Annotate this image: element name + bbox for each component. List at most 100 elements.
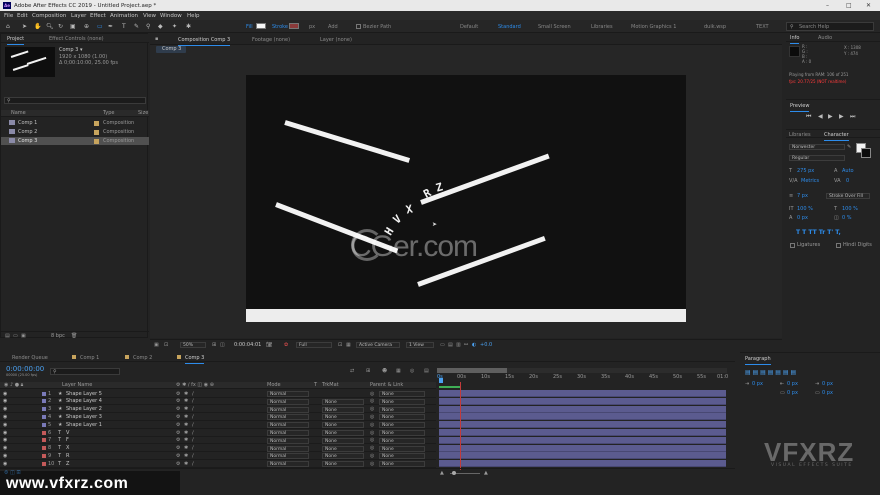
layer-row[interactable]: ◉ 3 ★ Shape Layer 2 ⚙ ✱ ∕ Normal None ◎ None: [0, 406, 436, 414]
stroke-color-swatch[interactable]: [861, 148, 871, 158]
menu-animation[interactable]: Animation: [110, 13, 138, 19]
layer-name[interactable]: Shape Layer 1: [66, 422, 102, 428]
quality-switch-icon[interactable]: ∕: [192, 414, 194, 420]
home-icon[interactable]: ⌂: [6, 23, 10, 30]
collapse-switch-icon[interactable]: ✱: [184, 453, 188, 459]
text-glyph[interactable]: Z: [434, 180, 444, 194]
layer-row[interactable]: ◉ 10 T Z ⚙ ✱ ∕ Normal None ◎ None: [0, 460, 436, 468]
shape-stroke[interactable]: [420, 153, 550, 205]
menu-layer[interactable]: Layer: [71, 13, 86, 19]
label-color-swatch[interactable]: [94, 121, 99, 126]
shy-switch-icon[interactable]: ⚙: [176, 399, 180, 404]
column-parent[interactable]: Parent & Link: [370, 383, 403, 388]
stroke-type-dropdown[interactable]: Stroke Over Fill: [826, 193, 870, 199]
label-color-swatch[interactable]: [42, 422, 46, 427]
visibility-eye-icon[interactable]: ◉: [3, 438, 7, 443]
visibility-eye-icon[interactable]: ◉: [3, 453, 7, 459]
zoom-dropdown[interactable]: 50%: [180, 342, 206, 348]
current-time-indicator[interactable]: [460, 382, 461, 470]
trash-icon[interactable]: 🗑︎: [71, 333, 77, 339]
parent-pickwhip-icon[interactable]: ◎: [370, 414, 374, 420]
layer-row[interactable]: ◉ 1 ★ Shape Layer 5 ⚙ ✱ ∕ Normal ◎ None: [0, 390, 436, 398]
workspace-default[interactable]: Default: [460, 24, 478, 30]
bezier-path-checkbox[interactable]: [356, 24, 361, 29]
previous-frame-icon[interactable]: ◀: [818, 114, 823, 120]
next-frame-icon[interactable]: ▶: [839, 114, 844, 120]
rectangle-tool-icon[interactable]: ▭: [97, 23, 103, 30]
align-buttons-icon[interactable]: ▤ ▤ ▤ ▤ ▤ ▤ ▤: [745, 370, 796, 376]
exposure-icon[interactable]: ◐: [472, 343, 476, 348]
layer-name[interactable]: Shape Layer 5: [66, 391, 102, 397]
timeline-timecode[interactable]: 0:00:00:00: [6, 365, 44, 373]
layer-name[interactable]: Z: [66, 461, 69, 467]
font-family-dropdown[interactable]: Norwester: [789, 144, 845, 150]
text-glyph[interactable]: V: [391, 212, 404, 226]
parent-pickwhip-icon[interactable]: ◎: [370, 446, 374, 451]
work-area-bar[interactable]: [437, 368, 727, 373]
tab-footage[interactable]: Footage (none): [252, 37, 290, 43]
magnification-icon[interactable]: ⊡: [164, 343, 168, 348]
column-t[interactable]: T: [314, 383, 317, 388]
quality-switch-icon[interactable]: ∕: [192, 391, 194, 397]
collapse-switch-icon[interactable]: ✱: [184, 399, 188, 404]
zoom-in-icon[interactable]: ▲: [484, 471, 488, 476]
blend-mode-dropdown[interactable]: Normal: [267, 398, 309, 405]
quality-switch-icon[interactable]: ∕: [192, 438, 194, 443]
project-item[interactable]: Comp 2 Composition: [1, 128, 149, 136]
label-color-swatch[interactable]: [42, 407, 46, 412]
workspace-libraries[interactable]: Libraries: [591, 24, 613, 30]
quality-switch-icon[interactable]: ∕: [192, 446, 194, 451]
view-layout-dropdown[interactable]: 1 View: [406, 342, 434, 348]
collapse-switch-icon[interactable]: ✱: [184, 414, 188, 420]
visibility-eye-icon[interactable]: ◉: [3, 446, 7, 451]
collapse-switch-icon[interactable]: ✱: [184, 446, 188, 451]
leading-value[interactable]: Auto: [842, 169, 854, 174]
menu-edit[interactable]: Edit: [17, 13, 28, 19]
fast-preview-icon[interactable]: ▤: [448, 343, 453, 348]
tab-character[interactable]: Character: [824, 132, 849, 141]
workspace-duik[interactable]: duik.wsp: [704, 24, 726, 30]
stroke-swatch[interactable]: [289, 23, 299, 29]
font-style-dropdown[interactable]: Regular: [789, 155, 845, 161]
parent-pickwhip-icon[interactable]: ◎: [370, 461, 374, 467]
selection-tool-icon[interactable]: ➤: [22, 23, 27, 30]
layer-duration-bar[interactable]: [439, 452, 726, 460]
layer-duration-bar[interactable]: [439, 429, 726, 436]
track-matte-dropdown[interactable]: None: [322, 406, 364, 413]
exposure-value[interactable]: +0.0: [480, 343, 492, 348]
parent-dropdown[interactable]: None: [379, 453, 425, 460]
region-of-interest-icon[interactable]: ⊡: [338, 343, 342, 348]
bit-depth-label[interactable]: 8 bpc: [51, 333, 65, 339]
search-help-box[interactable]: ⚲ Search Help: [786, 22, 874, 31]
layer-row[interactable]: ◉ 8 T X ⚙ ✱ ∕ Normal None ◎ None: [0, 445, 436, 453]
camera-dropdown[interactable]: Active Camera: [356, 342, 400, 348]
track-matte-dropdown[interactable]: None: [322, 445, 364, 452]
kerning-value[interactable]: Metrics: [801, 179, 819, 184]
draft-3d-icon[interactable]: ⊞: [366, 369, 370, 374]
maximize-icon[interactable]: □: [846, 2, 852, 9]
active-comp-breadcrumb[interactable]: Comp 3: [156, 46, 186, 53]
layer-row[interactable]: ◉ 4 ★ Shape Layer 3 ⚙ ✱ ∕ Normal None ◎ None: [0, 413, 436, 422]
workspace-standard[interactable]: Standard: [498, 24, 521, 30]
layer-duration-bar[interactable]: [439, 460, 726, 468]
tab-comp-2[interactable]: Comp 2: [133, 355, 152, 361]
parent-dropdown[interactable]: None: [379, 406, 425, 413]
layer-name[interactable]: Shape Layer 2: [66, 407, 102, 412]
workspace-motion-graphics[interactable]: Motion Graphics 1: [631, 24, 676, 30]
new-folder-icon[interactable]: ▭: [13, 333, 18, 339]
layer-name[interactable]: V: [66, 430, 69, 436]
menu-view[interactable]: View: [143, 13, 156, 19]
color-channel-icon[interactable]: ✿: [284, 343, 288, 348]
time-ruler[interactable]: 0s 00s 10s 15s 20s 25s 30s 35s 40s 45s 5…: [437, 374, 728, 382]
visibility-eye-icon[interactable]: ◉: [3, 407, 7, 412]
tab-comp-1[interactable]: Comp 1: [80, 355, 99, 361]
font-size-value[interactable]: 275 px: [797, 169, 814, 174]
minimize-icon[interactable]: –: [826, 2, 829, 9]
graph-editor-icon[interactable]: ▤: [424, 369, 429, 374]
hindi-digits-checkbox[interactable]: [836, 243, 841, 248]
parent-pickwhip-icon[interactable]: ◎: [370, 391, 374, 397]
shy-switch-icon[interactable]: ⚙: [176, 461, 180, 467]
column-layer-name[interactable]: Layer Name: [62, 383, 92, 388]
blend-mode-dropdown[interactable]: Normal: [267, 406, 309, 413]
track-matte-dropdown[interactable]: None: [322, 461, 364, 468]
